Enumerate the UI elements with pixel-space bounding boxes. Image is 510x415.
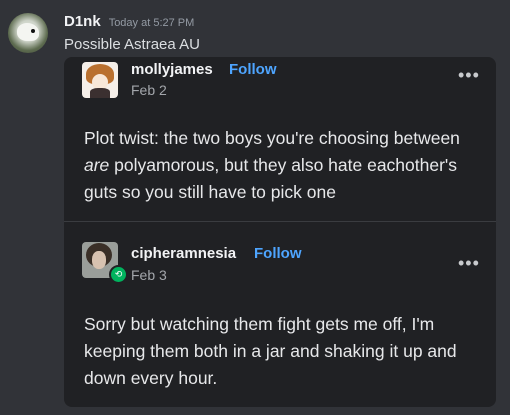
avatar-face xyxy=(92,251,106,269)
message-author[interactable]: D1nk xyxy=(64,13,101,30)
post-body-emphasis: are xyxy=(84,155,110,175)
bird-eye xyxy=(31,29,35,33)
message-header: D1nk Today at 5:27 PM xyxy=(64,13,194,30)
post-avatar-mollyjames[interactable] xyxy=(82,62,118,98)
post-body: Plot twist: the two boys you're choosing… xyxy=(84,125,484,206)
post-body-end: polyamorous, but they also hate eachothe… xyxy=(84,155,458,202)
message-content: Possible Astraea AU xyxy=(64,36,200,53)
post-body-start: Plot twist: the two boys you're choosing… xyxy=(84,128,460,148)
more-options-icon[interactable]: ••• xyxy=(458,65,480,86)
post-date: Feb 2 xyxy=(131,82,167,98)
follow-button[interactable]: Follow xyxy=(229,61,277,78)
tumblr-embed-card[interactable]: mollyjames Follow Feb 2 ••• Plot twist: … xyxy=(64,57,496,407)
follow-button[interactable]: Follow xyxy=(254,245,302,262)
post-divider xyxy=(64,221,496,222)
reblog-icon: ⟲ xyxy=(109,265,128,284)
user-avatar[interactable] xyxy=(8,13,48,53)
post-date: Feb 3 xyxy=(131,267,167,283)
bird-avatar-image xyxy=(17,23,39,41)
message-timestamp: Today at 5:27 PM xyxy=(108,17,195,29)
more-options-icon[interactable]: ••• xyxy=(458,253,480,274)
post-author-name[interactable]: mollyjames xyxy=(131,61,213,78)
post-author-name[interactable]: cipheramnesia xyxy=(131,245,236,262)
avatar-body xyxy=(90,88,110,98)
post-body: Sorry but watching them fight gets me of… xyxy=(84,314,457,388)
